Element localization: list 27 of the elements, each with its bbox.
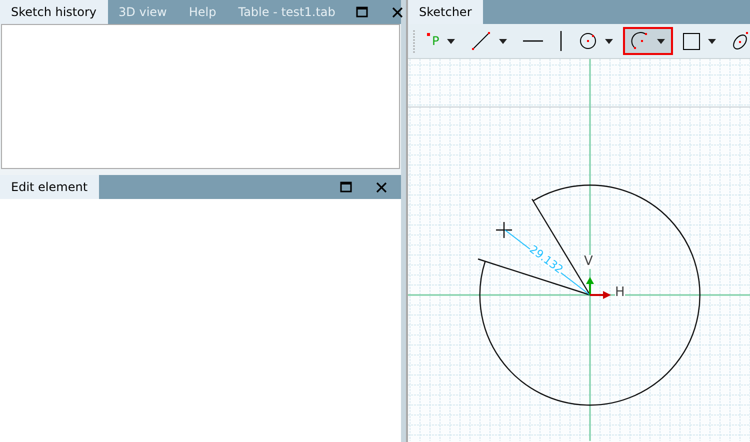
circle-icon bbox=[579, 32, 598, 50]
line-icon bbox=[471, 31, 492, 51]
axis-label: V bbox=[584, 255, 593, 269]
toolbar-grip-icon bbox=[412, 29, 416, 53]
dropdown-arrow-icon bbox=[447, 38, 456, 44]
point-tool-label: P bbox=[430, 34, 440, 48]
close-icon[interactable] bbox=[376, 182, 387, 193]
tool-button[interactable] bbox=[623, 27, 674, 55]
horizontal-line-icon bbox=[523, 39, 544, 43]
maximize-icon[interactable] bbox=[340, 181, 352, 193]
vertical-line-icon bbox=[559, 31, 564, 51]
arc-icon bbox=[631, 32, 650, 50]
ellipse-icon bbox=[732, 31, 750, 51]
dropdown-arrow-icon bbox=[708, 38, 716, 44]
dropdown-arrow-icon bbox=[657, 38, 666, 44]
axis-label: H bbox=[615, 286, 625, 300]
panel-tab[interactable]: Sketcher bbox=[408, 0, 483, 24]
crosshair-cursor-icon bbox=[495, 221, 513, 239]
close-icon[interactable] bbox=[392, 7, 404, 18]
up-arrow-icon bbox=[586, 277, 594, 295]
dropdown-arrow-icon bbox=[605, 38, 614, 44]
panel-tab[interactable]: Edit element bbox=[0, 175, 99, 199]
rectangle-icon bbox=[683, 32, 700, 50]
dropdown-arrow-icon bbox=[499, 38, 508, 44]
panel-tab[interactable]: Sketch history bbox=[0, 0, 108, 24]
maximize-icon[interactable] bbox=[356, 6, 368, 18]
right-arrow-icon bbox=[590, 291, 611, 299]
